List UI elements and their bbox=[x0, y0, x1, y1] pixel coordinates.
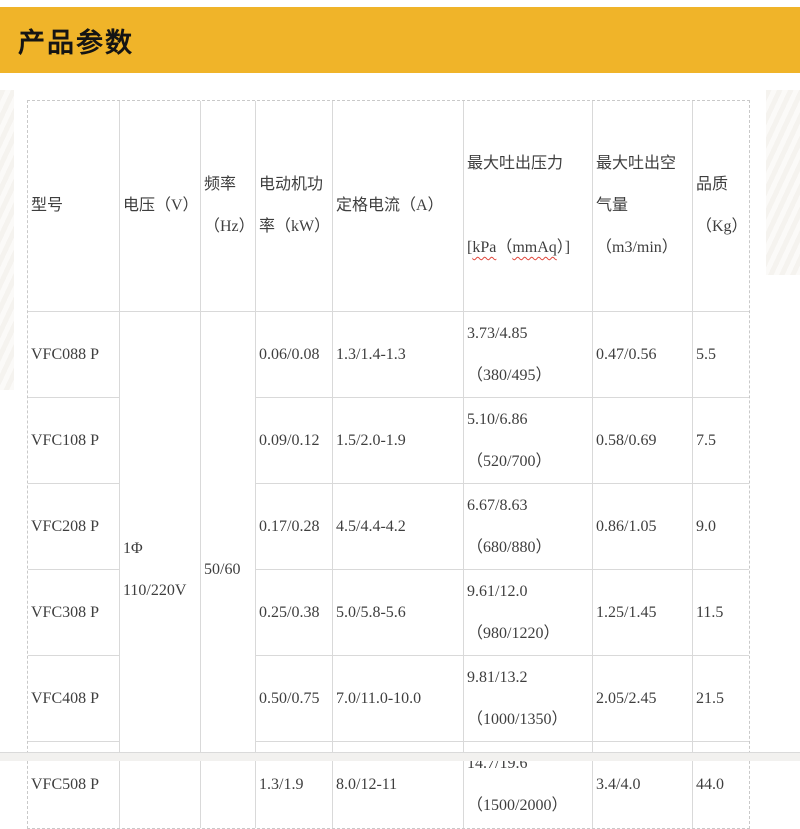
section-title-bar: 产品参数 bbox=[0, 7, 800, 73]
header-max-pressure-line1: 最大吐出压力 bbox=[467, 143, 590, 185]
product-spec-table: 型号 电压（V） 频率 （Hz） 电动机功 率（kW） 定格电流（A） 最大吐出… bbox=[27, 100, 750, 829]
current-cell: 4.5/4.4-4.2 bbox=[333, 484, 464, 570]
weight-cell: 7.5 bbox=[693, 398, 749, 484]
frequency-value-cell: 50/60 bbox=[201, 312, 256, 828]
power-cell: 0.17/0.28 bbox=[256, 484, 333, 570]
weight-cell: 21.5 bbox=[693, 656, 749, 742]
model-cell: VFC308 P bbox=[28, 570, 120, 656]
background-texture-right bbox=[766, 90, 800, 275]
bracket-close: ）] bbox=[557, 239, 570, 256]
next-section-divider bbox=[0, 752, 800, 761]
header-max-airflow: 最大吐出空 气量 （m3/min） bbox=[593, 101, 693, 312]
power-cell: 0.06/0.08 bbox=[256, 312, 333, 398]
spellcheck-underline-kpa: kPa bbox=[472, 239, 496, 256]
model-cell: VFC108 P bbox=[28, 398, 120, 484]
weight-cell: 5.5 bbox=[693, 312, 749, 398]
page-title: 产品参数 bbox=[18, 21, 134, 60]
paren-open: （ bbox=[496, 239, 512, 256]
model-cell: VFC408 P bbox=[28, 656, 120, 742]
current-cell: 1.3/1.4-1.3 bbox=[333, 312, 464, 398]
weight-cell: 11.5 bbox=[693, 570, 749, 656]
header-weight: 品质 （Kg） bbox=[693, 101, 749, 312]
header-motor-power: 电动机功 率（kW） bbox=[256, 101, 333, 312]
model-cell: VFC088 P bbox=[28, 312, 120, 398]
table-header-row: 型号 电压（V） 频率 （Hz） 电动机功 率（kW） 定格电流（A） 最大吐出… bbox=[28, 101, 749, 312]
current-cell: 5.0/5.8-5.6 bbox=[333, 570, 464, 656]
pressure-cell: 5.10/6.86 （520/700） bbox=[464, 398, 593, 484]
header-max-pressure-line2: [kPa（mmAq）] bbox=[467, 227, 590, 269]
power-cell: 0.25/0.38 bbox=[256, 570, 333, 656]
header-rated-current: 定格电流（A） bbox=[333, 101, 464, 312]
airflow-cell: 2.05/2.45 bbox=[593, 656, 693, 742]
current-cell: 1.5/2.0-1.9 bbox=[333, 398, 464, 484]
pressure-cell: 3.73/4.85 （380/495） bbox=[464, 312, 593, 398]
weight-cell: 9.0 bbox=[693, 484, 749, 570]
power-cell: 0.50/0.75 bbox=[256, 656, 333, 742]
pressure-cell: 9.81/13.2 （1000/1350） bbox=[464, 656, 593, 742]
header-max-pressure: 最大吐出压力 [kPa（mmAq）] bbox=[464, 101, 593, 312]
header-model: 型号 bbox=[28, 101, 120, 312]
airflow-cell: 0.86/1.05 bbox=[593, 484, 693, 570]
background-texture-left bbox=[0, 90, 14, 390]
voltage-value-cell: 1Φ 110/220V bbox=[120, 312, 201, 828]
pressure-cell: 9.61/12.0 （980/1220） bbox=[464, 570, 593, 656]
airflow-cell: 1.25/1.45 bbox=[593, 570, 693, 656]
current-cell: 7.0/11.0-10.0 bbox=[333, 656, 464, 742]
spellcheck-underline-mmaq: mmAq bbox=[512, 239, 556, 256]
model-cell: VFC208 P bbox=[28, 484, 120, 570]
airflow-cell: 0.58/0.69 bbox=[593, 398, 693, 484]
power-cell: 0.09/0.12 bbox=[256, 398, 333, 484]
airflow-cell: 0.47/0.56 bbox=[593, 312, 693, 398]
header-voltage: 电压（V） bbox=[120, 101, 201, 312]
pressure-cell: 6.67/8.63 （680/880） bbox=[464, 484, 593, 570]
table-row: VFC088 P 1Φ 110/220V 50/60 0.06/0.08 1.3… bbox=[28, 312, 749, 398]
header-frequency: 频率 （Hz） bbox=[201, 101, 256, 312]
